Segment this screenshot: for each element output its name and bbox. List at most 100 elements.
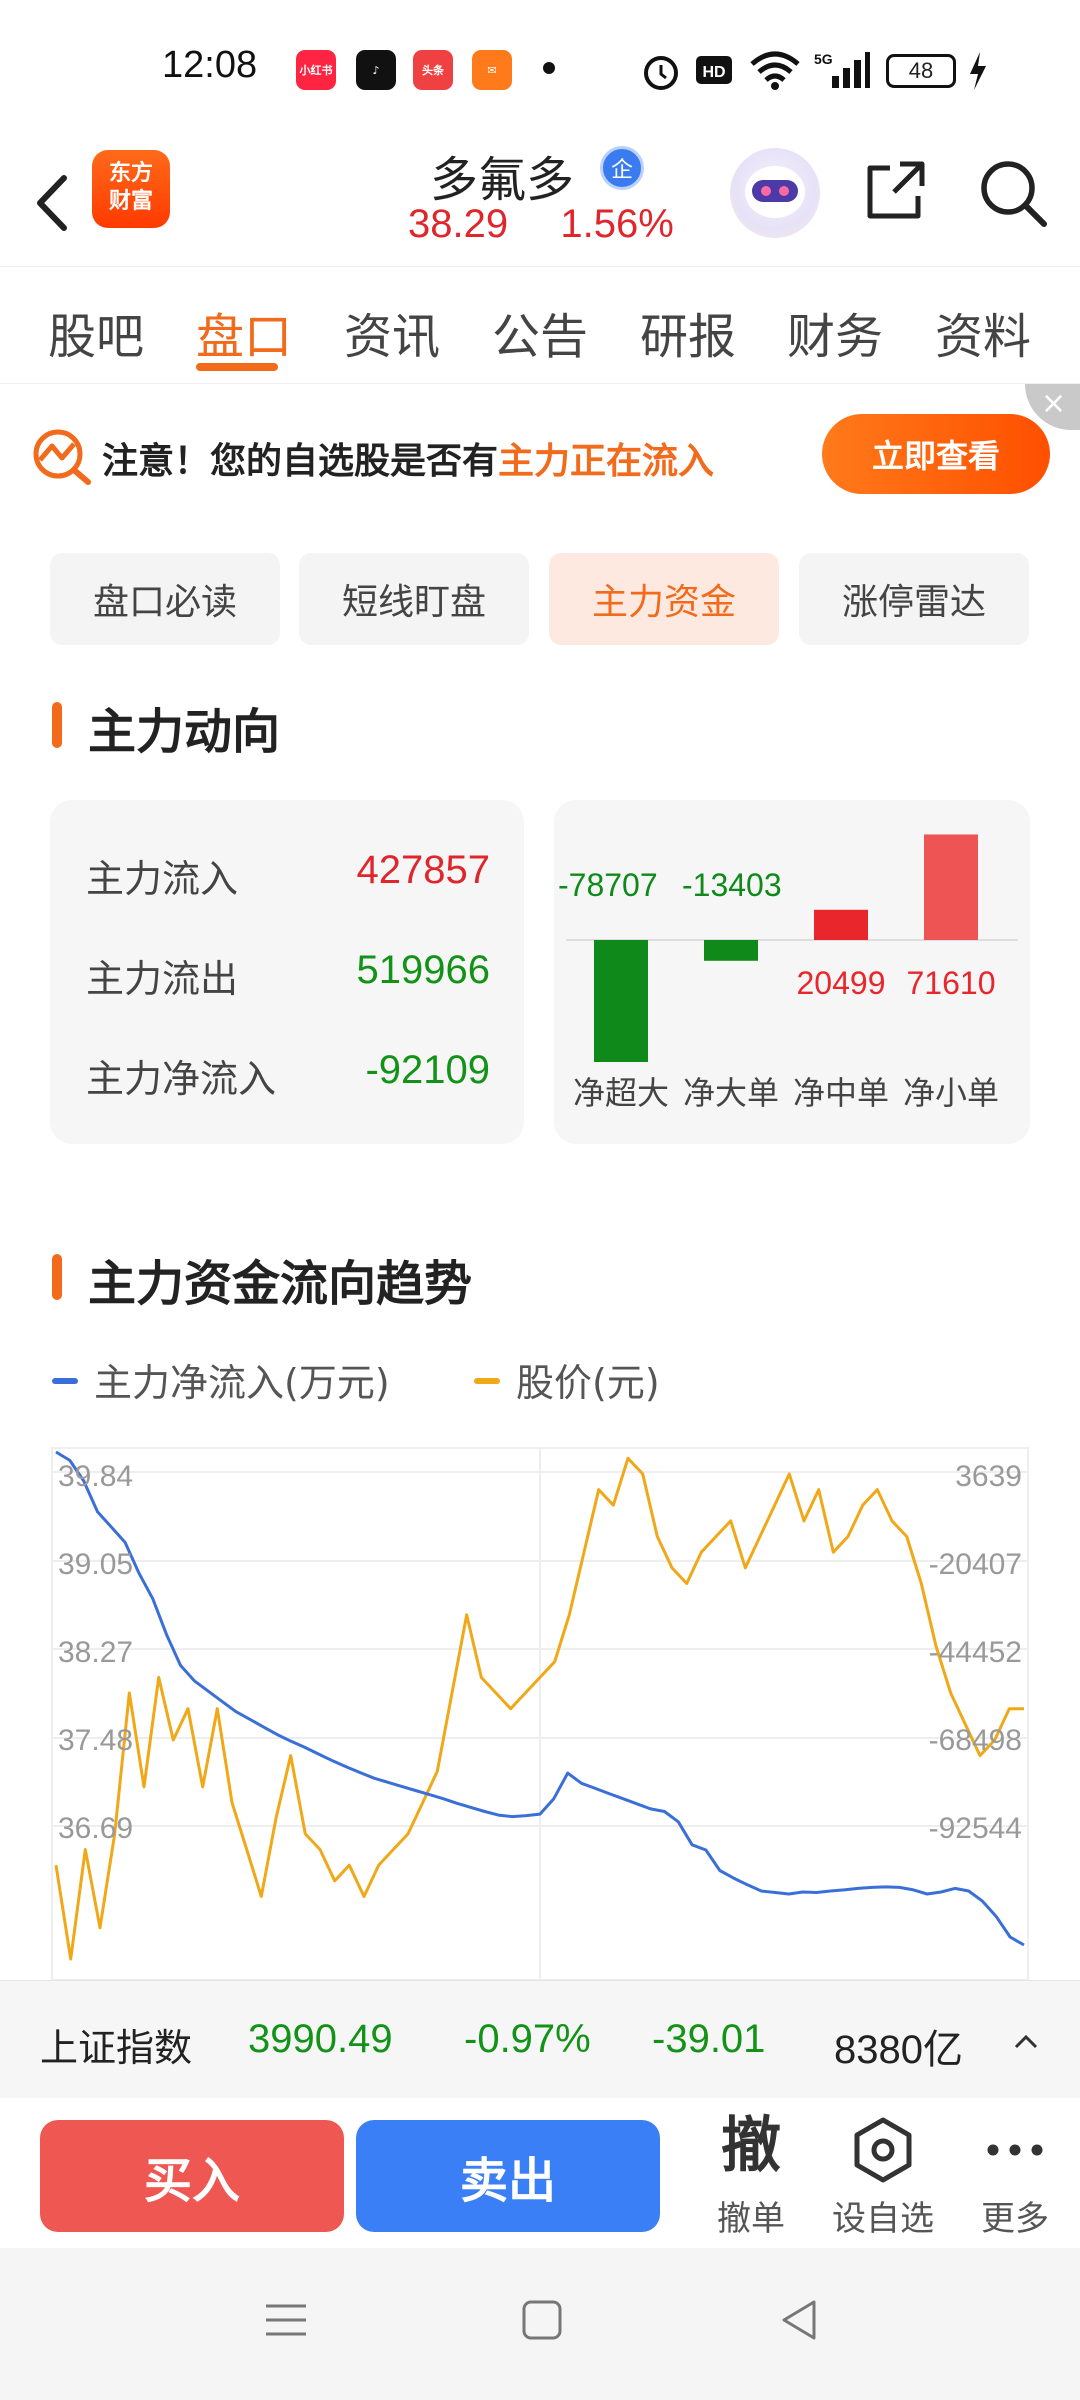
index-value: 3990.49 [248, 2017, 393, 2061]
notice-prefix: 注意！您的自选股是否有 [102, 441, 499, 482]
legend-swatch-orange [474, 1378, 500, 1384]
trend-title: 主力资金流向趋势 [52, 1244, 472, 1314]
battery-icon: 48 [886, 54, 956, 88]
tab-finance[interactable]: 财务 [787, 297, 883, 367]
search-icon[interactable] [974, 154, 1052, 232]
right-axis-tick: -92544 [929, 1812, 1022, 1845]
bar [704, 940, 758, 961]
flow-value: 519966 [356, 948, 490, 992]
subtab-must-read[interactable]: 盘口必读 [50, 553, 280, 645]
share-icon[interactable] [860, 154, 932, 226]
index-name: 上证指数 [40, 2026, 193, 2070]
left-axis-tick: 37.48 [58, 1724, 133, 1757]
tab-profile[interactable]: 资料 [935, 297, 1031, 367]
sell-button[interactable]: 卖出 [356, 2120, 660, 2232]
wifi-icon [750, 51, 800, 90]
trend-chart: 39.84 39.05 38.27 37.48 36.69 3639 -20407 -4445… [51, 1447, 1029, 1981]
svg-text:HD: HD [702, 64, 725, 81]
tab-news[interactable]: 资讯 [344, 297, 440, 367]
bar-category-label: 净超大 [573, 1074, 669, 1112]
main-flow-card: 主力流入 427857 主力流出 519966 主力净流入 -92109 [50, 800, 524, 1144]
right-axis-tick: 3639 [955, 1460, 1022, 1493]
signal-icon: 5G [814, 51, 870, 88]
tab-research[interactable]: 研报 [640, 297, 736, 367]
chevron-up-icon[interactable] [1010, 2025, 1042, 2057]
ai-assistant-icon[interactable] [730, 148, 820, 238]
bar [924, 834, 978, 940]
left-axis-tick: 39.84 [58, 1460, 133, 1493]
alarm-icon [644, 56, 678, 90]
more-dots-icon [987, 2144, 1043, 2156]
buy-button[interactable]: 买入 [40, 2120, 344, 2232]
back-nav-icon[interactable] [776, 2296, 824, 2344]
bar-value-label: 20499 [797, 965, 886, 1001]
bar [814, 909, 868, 940]
bar [594, 940, 648, 1062]
flow-label: 主力流入 [86, 857, 239, 901]
notice-highlight: 主力正在流入 [498, 441, 715, 482]
net-flow-bar-chart: -78707 净超大 -13403 净大单 20499 净中单 71610 净小单 [558, 834, 1018, 1112]
hexagon-icon [854, 2117, 912, 2183]
add-watchlist-button[interactable]: 设自选 [828, 2110, 938, 2240]
left-axis-tick: 39.05 [58, 1548, 133, 1581]
net-flow-bar-card: -78707 净超大 -13403 净大单 20499 净中单 71610 净小单 [554, 800, 1030, 1144]
flow-row-outflow: 主力流出 519966 [86, 948, 490, 1008]
watchlist-label: 设自选 [832, 2199, 934, 2239]
view-now-button[interactable]: 立即查看 [822, 414, 1050, 494]
index-bar[interactable]: 上证指数 3990.49 -0.97% -39.01 8380亿 [0, 1980, 1080, 2098]
charging-icon [970, 52, 986, 90]
network-label: 5G [814, 51, 833, 67]
withdraw-order-button[interactable]: 撤 撤单 [696, 2110, 806, 2240]
bar-value-label: -13403 [682, 867, 782, 903]
tab-pankou[interactable]: 盘口 [196, 297, 292, 367]
bar-category-label: 净中单 [793, 1074, 889, 1112]
tiktok-icon: ♪ [356, 50, 396, 90]
bar-category-label: 净小单 [903, 1074, 999, 1112]
flow-value: 427857 [356, 848, 490, 892]
flow-value: -92109 [365, 1048, 490, 1092]
tab-announcements[interactable]: 公告 [492, 297, 588, 367]
left-axis-tick: 38.27 [58, 1636, 133, 1669]
stock-price: 38.29 [408, 202, 509, 246]
trend-chart-area: 39.84 39.05 38.27 37.48 36.69 3639 -20407 -4445… [0, 1440, 1080, 1981]
bar-value-label: 71610 [907, 965, 996, 1001]
trend-alert-icon [33, 429, 91, 485]
price-line: 38.29 1.56% [408, 202, 674, 247]
more-label: 更多 [981, 2199, 1049, 2239]
left-axis-tick: 36.69 [58, 1812, 133, 1845]
flow-label: 主力流出 [86, 957, 239, 1001]
tab-guba[interactable]: 股吧 [48, 297, 144, 367]
withdraw-icon: 撤 [721, 2111, 781, 2181]
enterprise-badge-icon: 企 [600, 146, 644, 190]
notification-dot-icon [543, 62, 555, 74]
withdraw-label: 撤单 [717, 2199, 785, 2239]
trend-legend: 主力净流入(万元) 股价(元) [52, 1352, 1052, 1412]
subtab-limit-up-radar[interactable]: 涨停雷达 [799, 553, 1029, 645]
subtab-main-funds[interactable]: 主力资金 [549, 553, 779, 645]
legend-net-inflow: 主力净流入(万元) [52, 1352, 390, 1407]
status-time: 12:08 [162, 44, 258, 86]
notice-banner: × 注意！您的自选股是否有主力正在流入 立即查看 [0, 384, 1080, 520]
back-arrow-icon[interactable] [28, 158, 78, 248]
legend-label: 股价(元) [516, 1361, 660, 1405]
main-flow-title: 主力动向 [52, 692, 280, 762]
system-nav-bar [0, 2248, 1080, 2400]
notice-text: 注意！您的自选股是否有主力正在流入 [102, 432, 714, 484]
bar-value-label: -78707 [558, 867, 658, 903]
bar-category-label: 净大单 [683, 1074, 779, 1112]
subtab-short-term[interactable]: 短线盯盘 [299, 553, 529, 645]
stock-header: 东方 财富 多氟多 企 38.29 1.56% [0, 140, 1080, 266]
xiaohongshu-icon: 小红书 [296, 50, 336, 90]
index-turnover: 8380亿 [834, 2028, 963, 2072]
legend-swatch-blue [52, 1378, 78, 1384]
right-axis-tick: -20407 [929, 1548, 1022, 1581]
flow-row-net-inflow: 主力净流入 -92109 [86, 1048, 490, 1108]
eastmoney-logo: 东方 财富 [92, 150, 170, 228]
index-change-pct: -0.97% [464, 2017, 591, 2061]
more-button[interactable]: 更多 [960, 2110, 1070, 2240]
action-bar: 买入 卖出 撤 撤单 设自选 更多 [0, 2098, 1080, 2248]
sub-tabs: 盘口必读 短线盯盘 主力资金 涨停雷达 [0, 553, 1080, 645]
menu-nav-icon[interactable] [262, 2296, 310, 2344]
flow-row-inflow: 主力流入 427857 [86, 848, 490, 908]
home-nav-icon[interactable] [518, 2296, 566, 2344]
